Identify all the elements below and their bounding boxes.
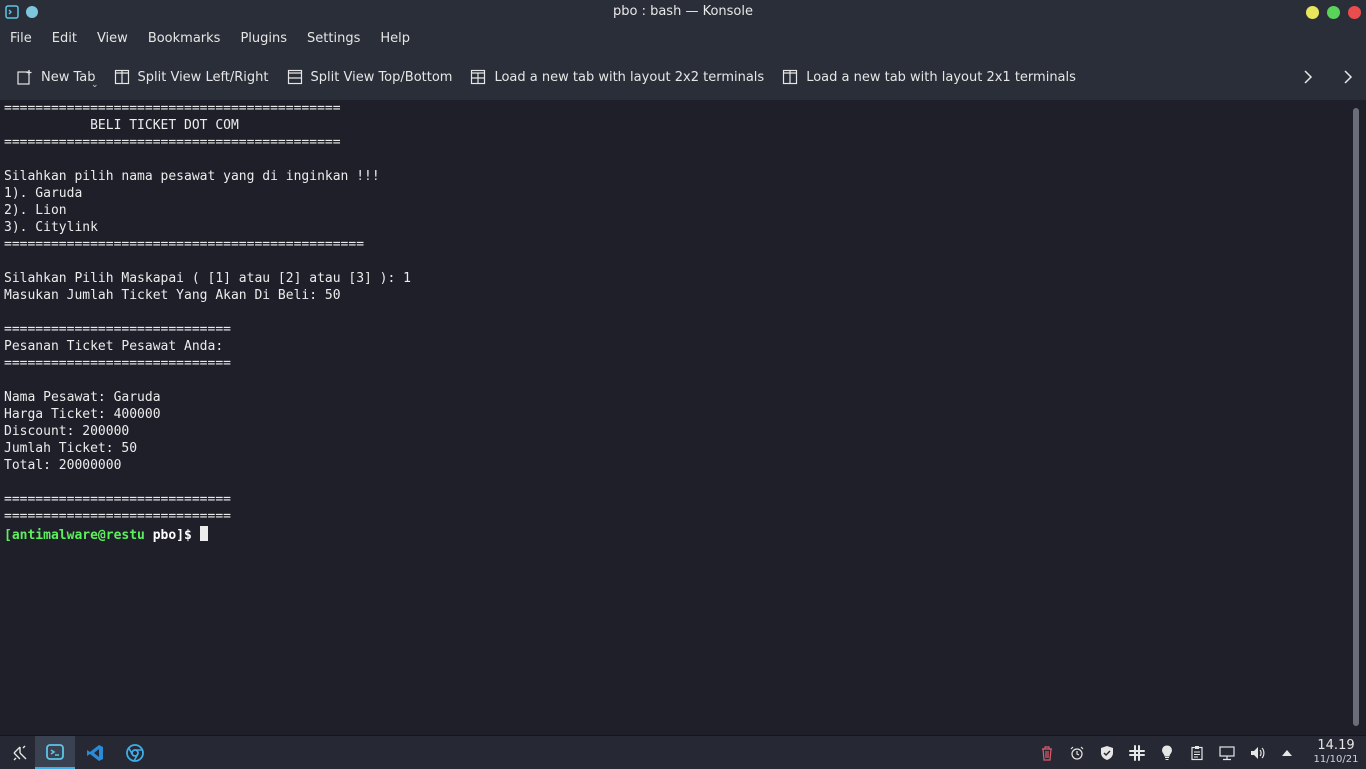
layout-2x1-button[interactable]: Load a new tab with layout 2x1 terminals [774, 61, 1086, 93]
window-title: pbo : bash — Konsole [612, 4, 753, 19]
split-top-bottom-label: Split View Top/Bottom [310, 69, 453, 85]
maximize-button[interactable] [1327, 6, 1340, 19]
prompt-user-host: antimalware@restu [11, 528, 145, 543]
terminal-line: ============================= [4, 356, 231, 371]
alarm-icon[interactable] [1068, 744, 1086, 762]
terminal-line: ========================================… [4, 237, 365, 252]
terminal-scrollbar[interactable] [1346, 100, 1366, 734]
terminal-line: 3). Citylink [4, 220, 98, 235]
chevron-right-icon[interactable] [1300, 66, 1316, 88]
terminal-line: Silahkan pilih nama pesawat yang di ingi… [4, 169, 380, 184]
lightbulb-icon[interactable] [1158, 744, 1176, 762]
prompt-symbol: ]$ [176, 528, 192, 543]
terminal-line: ============================= [4, 322, 231, 337]
split-left-right-button[interactable]: Split View Left/Right [106, 61, 279, 93]
clock-date: 11/10/21 [1313, 754, 1359, 765]
scrollbar-handle[interactable] [1353, 108, 1359, 726]
menu-plugins[interactable]: Plugins [230, 24, 297, 54]
terminal-line: Discount: 200000 [4, 424, 130, 439]
volume-icon[interactable] [1248, 744, 1266, 762]
system-tray [1032, 736, 1302, 769]
menu-help[interactable]: Help [370, 24, 420, 54]
terminal-line: Pesanan Ticket Pesawat Anda: [4, 339, 224, 354]
shield-icon[interactable] [1098, 744, 1116, 762]
slack-icon[interactable] [1128, 744, 1146, 762]
taskbar: 14.19 11/10/21 [0, 735, 1366, 769]
clipboard-icon[interactable] [1188, 744, 1206, 762]
terminal-line: Harga Ticket: 400000 [4, 407, 161, 422]
terminal-line: ========================================… [4, 135, 341, 150]
terminal-line: Nama Pesawat: Garuda [4, 390, 161, 405]
toolbar-overflow-chevron-icon[interactable] [1340, 66, 1356, 88]
menu-file[interactable]: File [0, 24, 42, 54]
terminal-line: Masukan Jumlah Ticket Yang Akan Di Beli:… [4, 288, 341, 303]
minimize-button[interactable] [1306, 6, 1319, 19]
text-cursor [199, 526, 208, 541]
close-button[interactable] [1348, 6, 1361, 19]
terminal-line: ============================= [4, 492, 231, 507]
split-left-right-icon [114, 69, 129, 85]
prompt-open-bracket: [ [4, 528, 12, 543]
prompt-directory: pbo [144, 528, 177, 543]
split-top-bottom-icon [287, 69, 302, 85]
terminal-output[interactable]: ============================= ===========… [0, 100, 1346, 734]
toolbar: New Tab ⌄ Split View Left/Right Split Vi… [0, 54, 1366, 101]
layout-2x2-icon [471, 69, 486, 85]
terminal-line: BELI TICKET DOT COM [4, 118, 239, 133]
menu-view[interactable]: View [87, 24, 138, 54]
terminal-line: 2). Lion [4, 203, 67, 218]
chrome-task-icon[interactable] [115, 736, 155, 769]
new-tab-label: New Tab [41, 69, 96, 85]
shell-prompt[interactable]: [antimalware@restu pbo]$ [4, 526, 208, 543]
terminal-line: ========================================… [4, 101, 341, 116]
terminal-line: Silahkan Pilih Maskapai ( [1] atau [2] a… [4, 271, 411, 286]
title-bar: pbo : bash — Konsole [0, 0, 1366, 24]
layout-2x2-label: Load a new tab with layout 2x2 terminals [494, 69, 765, 85]
terminal-line: 1). Garuda [4, 186, 83, 201]
menu-edit[interactable]: Edit [42, 24, 87, 54]
layout-2x2-button[interactable]: Load a new tab with layout 2x2 terminals [462, 61, 774, 93]
chevron-up-icon[interactable] [1278, 744, 1296, 762]
clock-time: 14.19 [1317, 738, 1355, 753]
layout-2x1-icon [783, 69, 798, 85]
new-tab-icon [17, 69, 32, 85]
new-tab-button[interactable]: New Tab ⌄ [0, 61, 106, 93]
terminal-line: ============================= [4, 509, 231, 524]
menu-bar: File Edit View Bookmarks Plugins Setting… [0, 24, 1366, 54]
chevron-down-icon[interactable]: ⌄ [91, 80, 99, 90]
menu-settings[interactable]: Settings [297, 24, 370, 54]
terminal-line: Jumlah Ticket: 50 [4, 441, 138, 456]
digital-clock[interactable]: 14.19 11/10/21 [1310, 738, 1362, 766]
vscode-task-icon[interactable] [75, 736, 115, 769]
split-left-right-label: Split View Left/Right [137, 69, 269, 85]
trash-icon[interactable] [1038, 744, 1056, 762]
terminal-line: Total: 20000000 [4, 458, 122, 473]
split-top-bottom-button[interactable]: Split View Top/Bottom [279, 61, 463, 93]
konsole-task-icon[interactable] [35, 736, 75, 769]
app-launcher-icon[interactable] [0, 736, 40, 769]
layout-2x1-label: Load a new tab with layout 2x1 terminals [806, 69, 1076, 85]
network-icon[interactable] [1218, 744, 1236, 762]
menu-bookmarks[interactable]: Bookmarks [138, 24, 231, 54]
